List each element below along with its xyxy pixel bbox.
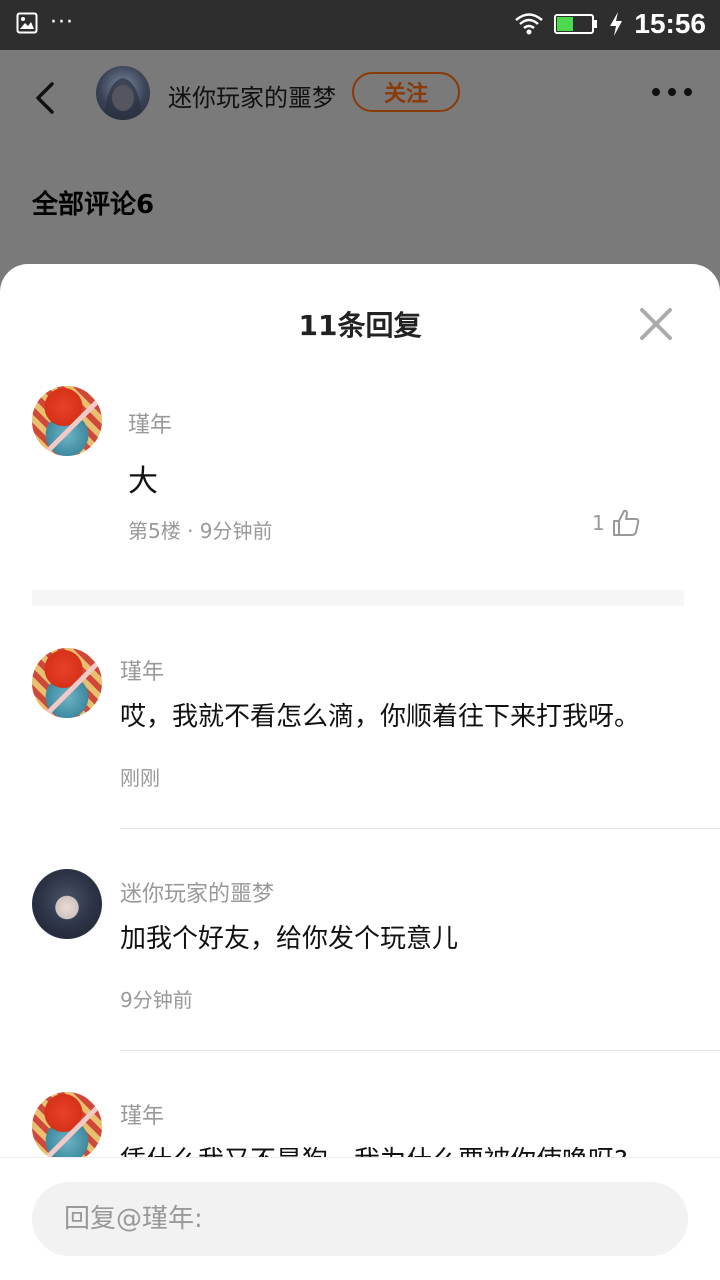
sheet-title: 11条回复 — [298, 309, 422, 342]
app-screen: ··· 15:56 迷你玩家的噩梦 关注 全部评论6 11条回复 瑾年 大 第5… — [0, 0, 720, 1280]
comment-user-name[interactable]: 瑾年 — [128, 407, 172, 439]
avatar[interactable] — [32, 1092, 102, 1162]
like-button[interactable]: 1 — [592, 508, 641, 538]
author-name[interactable]: 迷你玩家的噩梦 — [168, 78, 336, 113]
author-avatar[interactable] — [96, 66, 150, 120]
reply-user-name[interactable]: 瑾年 — [120, 1098, 164, 1130]
back-icon[interactable] — [30, 78, 62, 118]
reply-text: 哎，我就不看怎么滴，你顺着往下来打我呀。 — [120, 702, 641, 732]
reply-bar — [0, 1157, 720, 1280]
divider — [120, 828, 720, 829]
charging-icon — [610, 12, 623, 36]
overflow-notifications: ··· — [50, 10, 74, 35]
reply-time: 9分钟前 — [120, 988, 193, 1012]
like-count: 1 — [592, 511, 605, 535]
clock: 15:56 — [634, 8, 706, 39]
more-options-icon[interactable] — [652, 88, 692, 96]
comment-meta: 第5楼 · 9分钟前 — [128, 519, 273, 543]
avatar[interactable] — [32, 869, 102, 939]
section-divider — [32, 590, 684, 606]
avatar[interactable] — [32, 648, 102, 718]
follow-button[interactable]: 关注 — [352, 72, 460, 112]
comment-text: 大 — [128, 464, 158, 499]
thumbs-up-icon — [612, 509, 639, 536]
reply-input[interactable] — [32, 1182, 688, 1256]
all-comments-title: 全部评论6 — [32, 190, 155, 220]
reply-user-name[interactable]: 迷你玩家的噩梦 — [120, 876, 274, 908]
battery-icon — [554, 14, 598, 34]
status-bar: ··· 15:56 — [0, 0, 720, 50]
image-icon — [16, 12, 38, 34]
reply-time: 刚刚 — [120, 766, 160, 790]
replies-sheet: 11条回复 瑾年 大 第5楼 · 9分钟前 1 瑾年 哎，我就不看怎么滴，你顺着… — [0, 264, 720, 1280]
reply-user-name[interactable]: 瑾年 — [120, 654, 164, 686]
reply-text: 加我个好友，给你发个玩意儿 — [120, 924, 459, 954]
divider — [120, 1050, 720, 1051]
close-icon[interactable] — [638, 306, 674, 342]
wifi-icon — [515, 13, 544, 35]
avatar[interactable] — [32, 386, 102, 456]
app-header: 迷你玩家的噩梦 关注 — [0, 50, 720, 138]
